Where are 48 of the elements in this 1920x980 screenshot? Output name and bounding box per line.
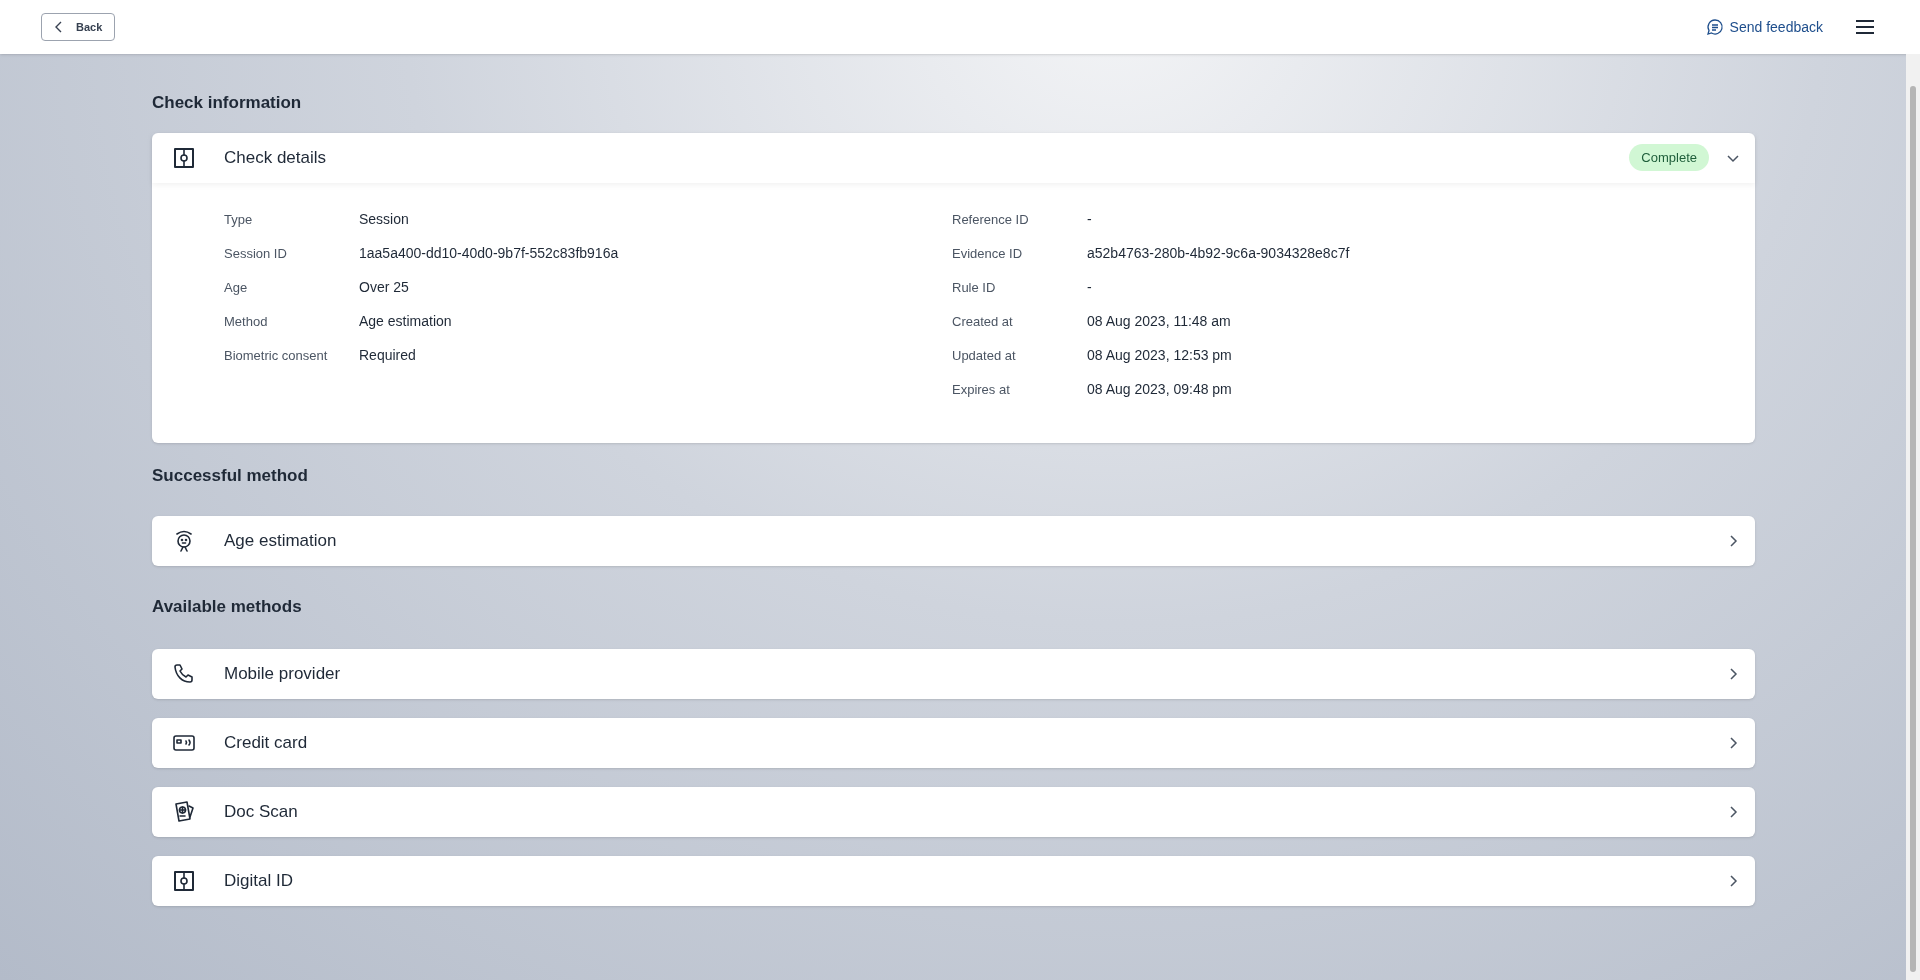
- method-row[interactable]: Doc Scan: [152, 786, 1755, 837]
- menu-icon: [1855, 19, 1875, 35]
- id-frame-icon: [172, 868, 196, 893]
- field-value: 08 Aug 2023, 09:48 pm: [1087, 380, 1232, 399]
- field-label: Method: [224, 312, 269, 331]
- send-feedback-link[interactable]: Send feedback: [1705, 16, 1823, 38]
- back-button[interactable]: Back: [41, 13, 116, 41]
- field-value: 1aa5a400-dd10-40d0-9b7f-552c83fb916a: [359, 244, 619, 263]
- section-title: Available methods: [152, 596, 303, 618]
- card-header[interactable]: Check details Complete: [152, 132, 1755, 183]
- chevron-left-icon: [54, 21, 64, 33]
- scrollbar[interactable]: [1906, 54, 1920, 980]
- phone-icon: [172, 661, 196, 686]
- field-value: Required: [359, 346, 416, 365]
- method-row[interactable]: Mobile provider: [152, 648, 1755, 699]
- method-label: Digital ID: [224, 869, 294, 892]
- field-value: Age estimation: [359, 312, 452, 331]
- field-value: Over 25: [359, 278, 409, 297]
- section-title: Check information: [152, 92, 303, 114]
- method-row[interactable]: Credit card: [152, 717, 1755, 768]
- method-row[interactable]: Age estimation: [152, 516, 1755, 566]
- field-label: Type: [224, 210, 254, 229]
- field-label: Reference ID: [952, 210, 1030, 229]
- field-value: -: [1087, 210, 1092, 229]
- status-badge: Complete: [1629, 143, 1709, 172]
- field-value: 08 Aug 2023, 11:48 am: [1087, 312, 1231, 331]
- section-title: Successful method: [152, 464, 309, 487]
- field-value: -: [1087, 278, 1092, 297]
- field-label: Age: [224, 278, 249, 297]
- field-value: a52b4763-280b-4b92-9c6a-9034328e8c7f: [1087, 244, 1350, 263]
- field-label: Created at: [952, 312, 1014, 331]
- field-label: Session ID: [224, 244, 288, 263]
- method-label: Age estimation: [224, 530, 338, 553]
- id-frame-icon: [172, 145, 196, 170]
- method-label: Mobile provider: [224, 662, 342, 685]
- field-value: Session: [359, 210, 409, 229]
- field-label: Biometric consent: [224, 346, 329, 365]
- method-label: Credit card: [224, 731, 309, 754]
- document-icon: [172, 799, 196, 824]
- field-label: Updated at: [952, 346, 1017, 365]
- field-label: Evidence ID: [952, 244, 1024, 263]
- field-label: Expires at: [952, 380, 1011, 399]
- method-row[interactable]: Digital ID: [152, 855, 1755, 906]
- field-label: Rule ID: [952, 278, 997, 297]
- chat-bubble-icon: [1705, 18, 1724, 36]
- method-label: Doc Scan: [224, 800, 299, 823]
- card-title: Check details: [224, 146, 328, 169]
- field-value: 08 Aug 2023, 12:53 pm: [1087, 346, 1232, 365]
